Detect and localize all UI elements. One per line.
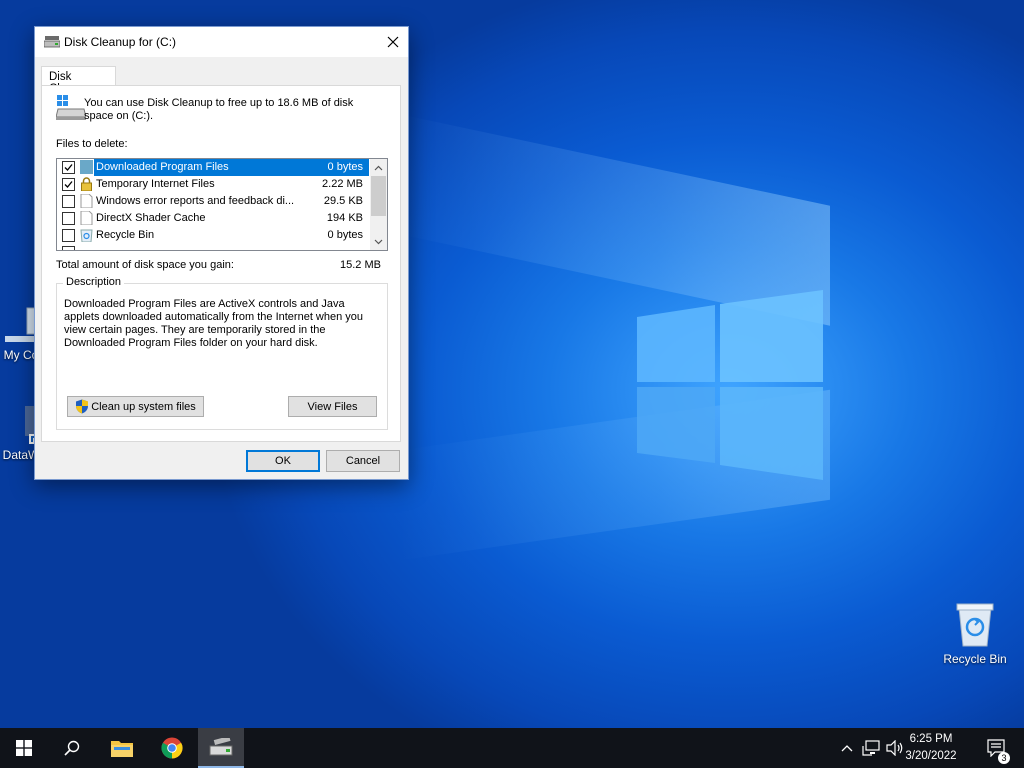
chrome-button[interactable]: [148, 728, 196, 768]
folder-icon: [80, 160, 93, 174]
file-size: 0 bytes: [327, 229, 363, 241]
file-size: 0 bytes: [327, 161, 363, 173]
close-button[interactable]: [378, 27, 408, 57]
file-size: 194 KB: [326, 212, 363, 224]
checkbox[interactable]: [62, 178, 75, 191]
network-icon: [862, 740, 880, 756]
window-title: Disk Cleanup for (C:): [64, 35, 177, 49]
list-item[interactable]: DirectX Shader Cache 194 KB: [57, 210, 369, 227]
file-size: 29.5 KB: [323, 195, 363, 207]
list-item[interactable]: Temporary Internet Files 2.22 MB: [57, 176, 369, 193]
intro-text: You can use Disk Cleanup to free up to 1…: [84, 97, 354, 122]
action-center-button[interactable]: 3: [978, 728, 1014, 768]
checkbox[interactable]: [62, 229, 75, 242]
list-item[interactable]: Recycle Bin 0 bytes: [57, 227, 369, 244]
view-files-button[interactable]: View Files: [288, 396, 377, 417]
taskbar: 6:25 PM 3/20/2022 3: [0, 728, 1024, 768]
disk-cleanup-window: Disk Cleanup for (C:) Disk Cleanup You c…: [34, 26, 409, 480]
disk-cleanup-app-icon: [43, 36, 61, 51]
disk-cleanup-app-icon: [209, 738, 233, 756]
disk-cleanup-taskbar-button[interactable]: [198, 728, 244, 768]
description-group: Description Downloaded Program Files are…: [56, 276, 388, 430]
start-button[interactable]: [0, 728, 48, 768]
list-scrollbar[interactable]: [370, 159, 387, 250]
file-explorer-button[interactable]: [98, 728, 146, 768]
drive-icon: [55, 95, 87, 124]
document-icon: [80, 210, 93, 226]
file-name: Windows error reports and feedback di...: [96, 195, 295, 207]
scroll-up-button[interactable]: [370, 159, 387, 176]
files-to-delete-label: Files to delete:: [56, 138, 128, 150]
title-bar[interactable]: Disk Cleanup for (C:): [35, 27, 408, 57]
scroll-thumb[interactable]: [371, 176, 386, 216]
windows-logo-wallpaper: [637, 290, 823, 480]
list-item[interactable]: Downloaded Program Files 0 bytes: [57, 159, 369, 176]
desktop-icon-label: Recycle Bin: [943, 652, 1007, 666]
clock-time: 6:25 PM: [909, 733, 953, 745]
checkbox[interactable]: [62, 195, 75, 208]
file-size: 2.22 MB: [322, 178, 363, 190]
document-icon: [80, 193, 93, 209]
lock-icon: [80, 177, 93, 192]
uac-shield-icon: [76, 399, 89, 414]
list-item-partial[interactable]: [57, 244, 369, 250]
recycle-bin-icon: [80, 228, 93, 243]
chevron-down-icon: [374, 239, 383, 244]
tab-panel: You can use Disk Cleanup to free up to 1…: [41, 85, 401, 442]
chrome-icon: [161, 737, 183, 759]
search-button[interactable]: [48, 728, 96, 768]
checkbox[interactable]: [62, 161, 75, 174]
total-value: 15.2 MB: [340, 259, 381, 271]
show-hidden-icons-button[interactable]: [838, 728, 856, 768]
total-label: Total amount of disk space you gain:: [56, 259, 234, 271]
ok-button[interactable]: OK: [246, 450, 320, 472]
list-item[interactable]: Windows error reports and feedback di...…: [57, 193, 369, 210]
search-icon: [64, 740, 80, 756]
checkbox[interactable]: [62, 212, 75, 225]
desktop-icon-recycle-bin[interactable]: Recycle Bin: [940, 602, 1010, 666]
description-legend: Description: [63, 276, 125, 288]
windows-start-icon: [16, 740, 32, 756]
file-name: Downloaded Program Files: [96, 161, 229, 173]
recycle-bin-icon: [955, 602, 995, 648]
files-listbox[interactable]: Downloaded Program Files 0 bytes Tempora…: [56, 158, 388, 251]
close-icon: [387, 36, 399, 48]
chevron-up-icon: [374, 165, 383, 170]
folder-icon: [111, 741, 133, 757]
clock-date: 3/20/2022: [905, 750, 957, 762]
clock[interactable]: 6:25 PM 3/20/2022: [896, 731, 966, 765]
clean-up-system-files-button[interactable]: Clean up system files: [67, 396, 204, 417]
clean-up-system-files-label: Clean up system files: [91, 400, 196, 413]
network-button[interactable]: [860, 728, 882, 768]
file-name: Temporary Internet Files: [96, 178, 215, 190]
chevron-up-icon: [841, 745, 853, 752]
tab-disk-cleanup[interactable]: Disk Cleanup: [41, 66, 116, 95]
notification-count-badge: 3: [998, 752, 1010, 764]
file-name: DirectX Shader Cache: [96, 212, 206, 224]
scroll-down-button[interactable]: [370, 233, 387, 250]
cancel-button[interactable]: Cancel: [326, 450, 400, 472]
description-text: Downloaded Program Files are ActiveX con…: [64, 298, 364, 349]
file-name: Recycle Bin: [96, 229, 155, 241]
checkbox[interactable]: [62, 246, 75, 250]
